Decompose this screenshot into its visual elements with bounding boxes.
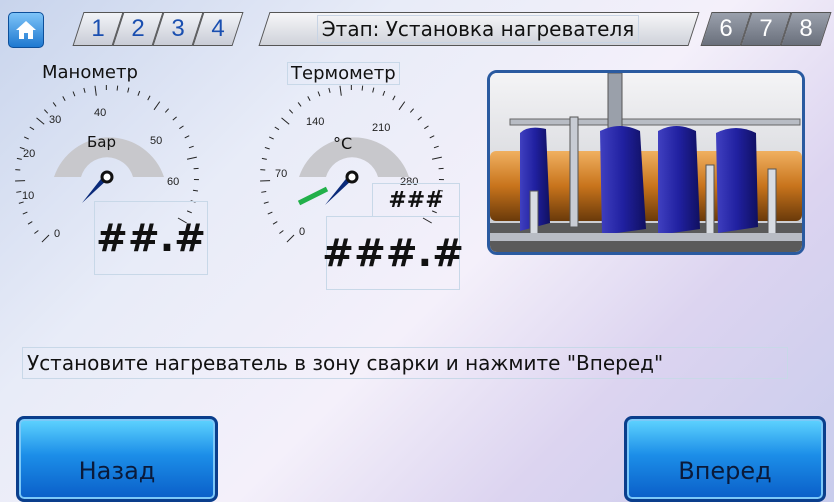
- gauge-tick: [18, 201, 24, 204]
- gauge-tick: [186, 156, 197, 160]
- gauge-tick: [263, 201, 269, 204]
- back-button[interactable]: Назад: [16, 416, 218, 502]
- pressure-tick-label: 30: [49, 114, 61, 126]
- gauge-tick: [372, 87, 375, 93]
- gauge-tick: [34, 230, 39, 234]
- gauge-tick: [188, 145, 194, 149]
- gauge-tick: [339, 85, 342, 96]
- home-button[interactable]: [8, 12, 44, 48]
- gauge-tick: [116, 85, 119, 91]
- gauge-tick: [261, 190, 267, 193]
- temperature-unit-label: °C: [333, 134, 352, 153]
- gauge-tick: [361, 85, 364, 91]
- temperature-gauge-title: Термометр: [287, 62, 400, 85]
- gauge-tick: [153, 101, 161, 111]
- step-navigation-bar: 1 2 3 4 Этап: Установка нагревателя 6 7 …: [0, 0, 834, 50]
- gauge-tick: [392, 95, 396, 101]
- gauge-tick: [288, 109, 294, 114]
- gauge-tick: [94, 85, 97, 96]
- gauge-tick: [272, 221, 278, 225]
- gauge-tick: [23, 136, 29, 140]
- gauge-tick: [417, 116, 422, 121]
- instruction-message: Установите нагреватель в зону сварки и н…: [22, 347, 788, 379]
- gauge-tick: [192, 189, 199, 192]
- gauge-tick: [72, 91, 76, 97]
- pressure-tick-label: 40: [94, 107, 106, 119]
- gauge-tick: [16, 190, 22, 193]
- gauge-tick: [36, 117, 45, 125]
- gauge-tick: [184, 135, 190, 139]
- gauge-tick: [52, 102, 57, 107]
- gauge-tick: [29, 126, 35, 131]
- gauge-tick: [281, 117, 290, 125]
- pressure-needle-hub: [100, 170, 114, 184]
- gauge-tick: [317, 91, 321, 97]
- gauge-tick: [429, 135, 435, 139]
- gauge-tick: [382, 90, 386, 96]
- gauge-tick: [83, 87, 86, 93]
- gauge-tick: [147, 95, 151, 101]
- gauge-tick: [433, 145, 439, 149]
- gauge-tick: [268, 136, 274, 140]
- temperature-readout: ###.#: [322, 216, 464, 290]
- gauge-tick: [286, 234, 295, 243]
- temperature-tick-label: 210: [372, 122, 390, 134]
- gauge-tick: [279, 230, 284, 234]
- temperature-tick-label: 140: [306, 116, 324, 128]
- gauge-tick: [27, 221, 33, 225]
- forward-button[interactable]: Вперед: [624, 416, 826, 502]
- gauge-tick: [274, 126, 280, 131]
- gauge-tick: [16, 157, 22, 160]
- gauge-tick: [62, 96, 66, 101]
- gauge-tick: [41, 234, 50, 243]
- pressure-tick-label: 50: [150, 135, 162, 147]
- pressure-readout: ##.#: [94, 201, 208, 275]
- welding-machine-illustration: [487, 70, 805, 255]
- gauge-tick: [261, 157, 267, 160]
- pressure-tick-label: 60: [167, 176, 179, 188]
- temperature-needle-hub: [345, 170, 359, 184]
- pressure-unit-label: Бар: [87, 133, 116, 151]
- gauge-tick: [398, 101, 406, 111]
- gauge-tick: [22, 211, 28, 215]
- stage-title: Этап: Установка нагревателя: [316, 15, 640, 43]
- gauge-tick: [297, 102, 302, 107]
- gauge-tick: [409, 108, 415, 113]
- step-8-tab[interactable]: 8: [780, 12, 832, 46]
- step-4-tab[interactable]: 4: [192, 12, 244, 46]
- pressure-gauge-title: Манометр: [42, 62, 138, 83]
- temperature-setpoint-readout: ###: [372, 183, 460, 217]
- gauge-tick: [307, 96, 311, 101]
- temperature-tick-label: 0: [299, 226, 305, 238]
- gauge-tick: [127, 87, 130, 93]
- gauge-tick: [424, 125, 429, 130]
- temperature-tick-label: 70: [275, 168, 287, 180]
- gauge-tick: [164, 108, 170, 113]
- gauge-tick: [43, 109, 49, 114]
- gauge-tick: [137, 90, 141, 96]
- gauge-tick: [264, 146, 270, 150]
- pressure-tick-label: 10: [22, 190, 34, 202]
- home-icon: [16, 21, 36, 39]
- gauge-tick: [267, 211, 273, 215]
- gauge-tick: [431, 156, 442, 160]
- pressure-tick-label: 0: [54, 228, 60, 240]
- pressure-tick-label: 20: [23, 148, 35, 160]
- gauge-tick: [172, 116, 177, 121]
- temperature-setpoint-marker: [297, 186, 329, 206]
- gauge-tick: [328, 87, 331, 93]
- gauge-tick: [179, 125, 184, 130]
